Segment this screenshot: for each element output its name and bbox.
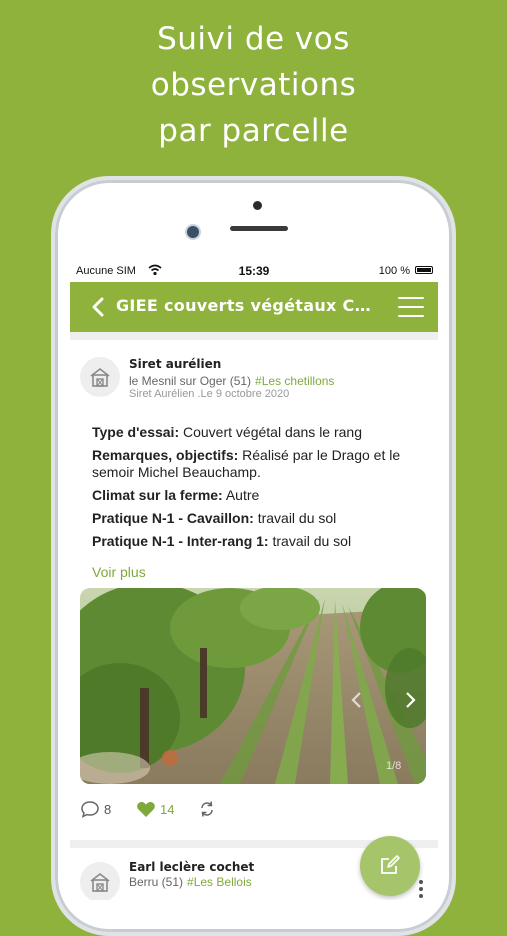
like-button[interactable]: 14: [136, 800, 174, 818]
carousel-next-icon[interactable]: [403, 690, 417, 710]
comments-button[interactable]: 8: [80, 800, 111, 818]
headline-line-2: observations: [150, 67, 357, 103]
comments-count: 8: [104, 801, 112, 817]
headline-line-3: par parcelle: [158, 113, 349, 149]
field-type-essai: Type d'essai: Couvert végétal dans le ra…: [92, 424, 362, 440]
observation-card: Siret aurélien le Mesnil sur Oger (51) #L…: [70, 340, 438, 840]
share-button[interactable]: [198, 800, 216, 818]
post-location: Berru (51) #Les Bellois: [129, 875, 252, 889]
post-location: le Mesnil sur Oger (51) #Les chetillons: [129, 374, 334, 388]
marketing-headline: Suivi de vos observations par parcelle: [0, 16, 507, 154]
observation-fields: Type d'essai: Couvert végétal dans le ra…: [92, 424, 422, 556]
field-climat: Climat sur la ferme: Autre: [92, 487, 260, 503]
author-name[interactable]: Earl leclère cochet: [129, 860, 254, 874]
parcel-tag[interactable]: #Les chetillons: [255, 374, 334, 388]
hamburger-menu-icon[interactable]: [398, 297, 424, 317]
new-observation-button[interactable]: [360, 836, 420, 896]
location-text: le Mesnil sur Oger (51): [129, 374, 252, 388]
battery-percent: 100 %: [378, 265, 410, 277]
phone-camera-icon: [185, 224, 201, 240]
edit-note-icon: [381, 855, 400, 874]
avatar[interactable]: [80, 357, 120, 397]
avatar[interactable]: [80, 862, 120, 900]
parcel-tag[interactable]: #Les Bellois: [187, 875, 252, 889]
field-pratique-inter-rang: Pratique N-1 - Inter-rang 1: travail du …: [92, 533, 352, 549]
heart-icon: [137, 802, 155, 817]
repost-icon: [201, 801, 213, 817]
group-title: GIEE couverts végétaux Ch…: [116, 296, 376, 315]
carousel-prev-icon[interactable]: [350, 690, 364, 710]
back-chevron-icon[interactable]: [90, 296, 106, 318]
phone-speaker: [230, 226, 288, 231]
headline-line-1: Suivi de vos: [157, 21, 350, 57]
author-name[interactable]: Siret aurélien: [129, 357, 221, 371]
post-actions: 8 14: [80, 800, 420, 824]
farm-house-icon: [90, 367, 110, 387]
more-options-icon[interactable]: [419, 880, 423, 900]
comment-bubble-icon: [81, 801, 99, 818]
photo-counter: 1/8: [386, 760, 402, 772]
battery-icon: [415, 266, 433, 274]
see-more-link[interactable]: Voir plus: [92, 564, 146, 580]
farm-house-icon: [90, 872, 110, 892]
location-text: Berru (51): [129, 875, 184, 889]
post-byline: Siret Aurélien .Le 9 octobre 2020: [129, 388, 290, 400]
field-remarques: Remarques, objectifs: Réalisé par le Dra…: [92, 447, 401, 480]
photo-carousel[interactable]: 1/8: [80, 588, 426, 784]
status-bar: Aucune SIM 15:39 100 %: [70, 258, 438, 282]
app-screen: Aucune SIM 15:39 100 % GIEE couverts vég…: [70, 258, 438, 900]
field-pratique-cavaillon: Pratique N-1 - Cavaillon: travail du sol: [92, 510, 337, 526]
likes-count: 14: [160, 801, 175, 817]
phone-sensor: [253, 201, 262, 210]
app-bar: GIEE couverts végétaux Ch…: [70, 282, 438, 332]
